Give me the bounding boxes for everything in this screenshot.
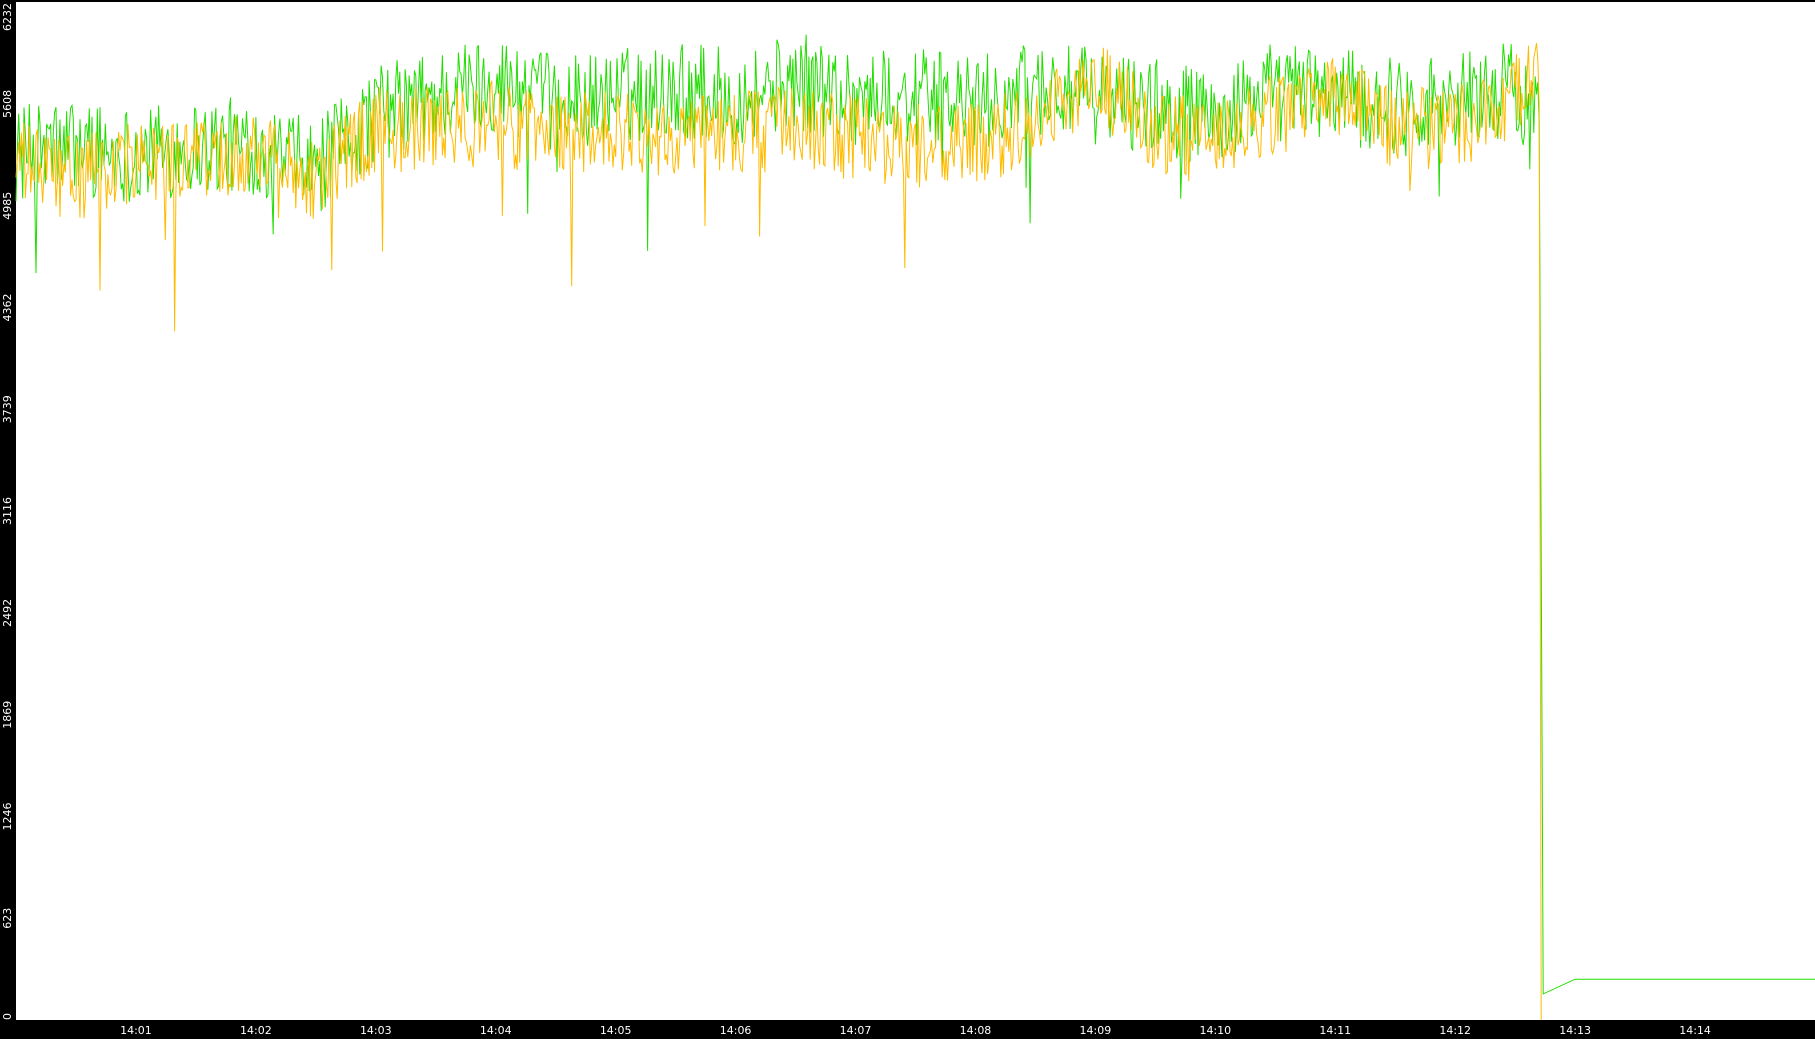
x-tick-label: 14:11 <box>1319 1024 1351 1037</box>
x-tick-label: 14:14 <box>1679 1024 1711 1037</box>
y-axis-labels: 0 623 1246 1869 2492 3116 3739 4362 4985 5608 6232 <box>1 3 14 1020</box>
x-tick-label: 14:05 <box>600 1024 632 1037</box>
y-tick-label: 2492 <box>1 599 14 627</box>
x-tick-label: 14:09 <box>1080 1024 1112 1037</box>
y-tick-label: 6232 <box>1 3 14 31</box>
y-tick-label: 4362 <box>1 293 14 321</box>
x-tick-label: 14:13 <box>1559 1024 1591 1037</box>
x-tick-label: 14:10 <box>1199 1024 1231 1037</box>
x-tick-label: 14:12 <box>1439 1024 1471 1037</box>
x-tick-label: 14:02 <box>240 1024 272 1037</box>
x-tick-label: 14:08 <box>960 1024 992 1037</box>
y-tick-label: 1246 <box>1 802 14 830</box>
x-tick-label: 14:03 <box>360 1024 392 1037</box>
y-tick-label: 3739 <box>1 395 14 423</box>
y-tick-label: 0 <box>1 1013 14 1020</box>
line-chart: 0 623 1246 1869 2492 3116 3739 4362 4985 5608 6232… <box>0 0 1815 1039</box>
y-tick-label: 4985 <box>1 192 14 220</box>
y-tick-label: 1869 <box>1 701 14 729</box>
x-tick-label: 14:06 <box>720 1024 752 1037</box>
y-tick-label: 5608 <box>1 90 14 118</box>
y-tick-label: 3116 <box>1 497 14 525</box>
y-tick-label: 623 <box>1 908 14 929</box>
x-axis-labels: 14:01 14:02 14:03 14:04 14:05 14:06 14:07 14:08… <box>120 1024 1711 1037</box>
chart-area: 0 623 1246 1869 2492 3116 3739 4362 4985 5608 6232… <box>0 0 1815 1039</box>
x-tick-label: 14:07 <box>840 1024 872 1037</box>
x-tick-label: 14:04 <box>480 1024 512 1037</box>
x-tick-label: 14:01 <box>120 1024 152 1037</box>
